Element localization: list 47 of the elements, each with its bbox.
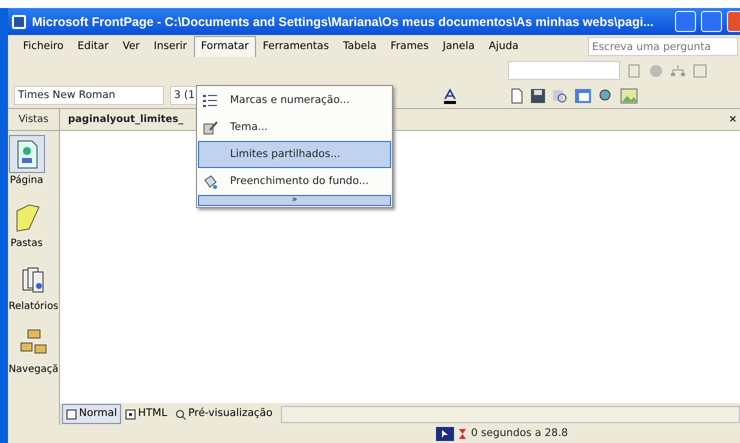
views-header: Vistas bbox=[8, 109, 59, 131]
horizontal-scrollbar[interactable] bbox=[280, 406, 740, 422]
tab-icon bbox=[66, 408, 77, 420]
font-field[interactable]: Times New Roman bbox=[14, 86, 164, 105]
menu-item[interactable]: Editar bbox=[70, 36, 116, 58]
menu-item[interactable]: Tema... bbox=[198, 114, 391, 141]
minimize-button[interactable] bbox=[675, 11, 696, 32]
menu-item[interactable]: Formatar bbox=[194, 36, 256, 58]
hierarchy-icon[interactable] bbox=[670, 62, 686, 78]
menu-item[interactable]: Ficheiro bbox=[16, 36, 71, 58]
menu-item[interactable]: Ferramentas bbox=[256, 36, 336, 58]
status-text: 0 segundos a 28.8 bbox=[471, 426, 568, 442]
tab-icon bbox=[125, 408, 136, 420]
toolbar-icon[interactable] bbox=[626, 62, 642, 78]
hourglass-icon bbox=[458, 428, 468, 440]
window-title: Microsoft FrontPage - C:\Documents and Settings\Mariana\Os meus documentos\As minhas webs\pagi... bbox=[32, 14, 654, 28]
menu-item[interactable]: Ver bbox=[116, 36, 147, 58]
expand-menu-button[interactable]: » bbox=[198, 195, 391, 206]
list-icon bbox=[202, 92, 218, 108]
close-icon[interactable]: × bbox=[728, 112, 737, 127]
view-button[interactable]: Pastas bbox=[8, 194, 45, 257]
menu-item[interactable]: Preenchimento do fundo... bbox=[198, 168, 391, 195]
table-icon[interactable] bbox=[574, 88, 592, 104]
view-button[interactable]: Navegaçã bbox=[8, 320, 58, 383]
maximize-button[interactable] bbox=[701, 11, 722, 32]
menu-item[interactable]: Tabela bbox=[336, 36, 384, 58]
menu-item[interactable]: Frames bbox=[384, 36, 436, 58]
save-icon[interactable] bbox=[530, 88, 546, 104]
toolbar-icon[interactable] bbox=[692, 62, 708, 78]
menu-item[interactable]: Limites partilhados... bbox=[198, 141, 391, 168]
menu-item[interactable]: Ajuda bbox=[482, 36, 526, 58]
cursor-icon bbox=[436, 427, 454, 441]
search-icon[interactable] bbox=[552, 88, 568, 104]
view-button[interactable]: Relatórios bbox=[8, 257, 58, 320]
document-tab[interactable]: paginalyout_limites_ bbox=[68, 112, 184, 127]
view-tab[interactable]: Pré-visualização bbox=[171, 404, 277, 424]
menu-item[interactable]: Janela bbox=[436, 36, 482, 58]
app-icon bbox=[11, 14, 27, 30]
font-color-icon[interactable] bbox=[442, 88, 458, 104]
menu-item[interactable]: Inserir bbox=[146, 36, 194, 58]
new-page-icon[interactable] bbox=[510, 88, 524, 104]
image-icon[interactable] bbox=[620, 88, 638, 104]
question-field[interactable]: Escreva uma pergunta bbox=[588, 37, 738, 56]
view-tab[interactable]: HTML bbox=[121, 404, 172, 424]
view-tab[interactable]: Normal bbox=[62, 404, 121, 424]
tab-icon bbox=[175, 408, 186, 420]
brush-icon bbox=[202, 120, 218, 136]
